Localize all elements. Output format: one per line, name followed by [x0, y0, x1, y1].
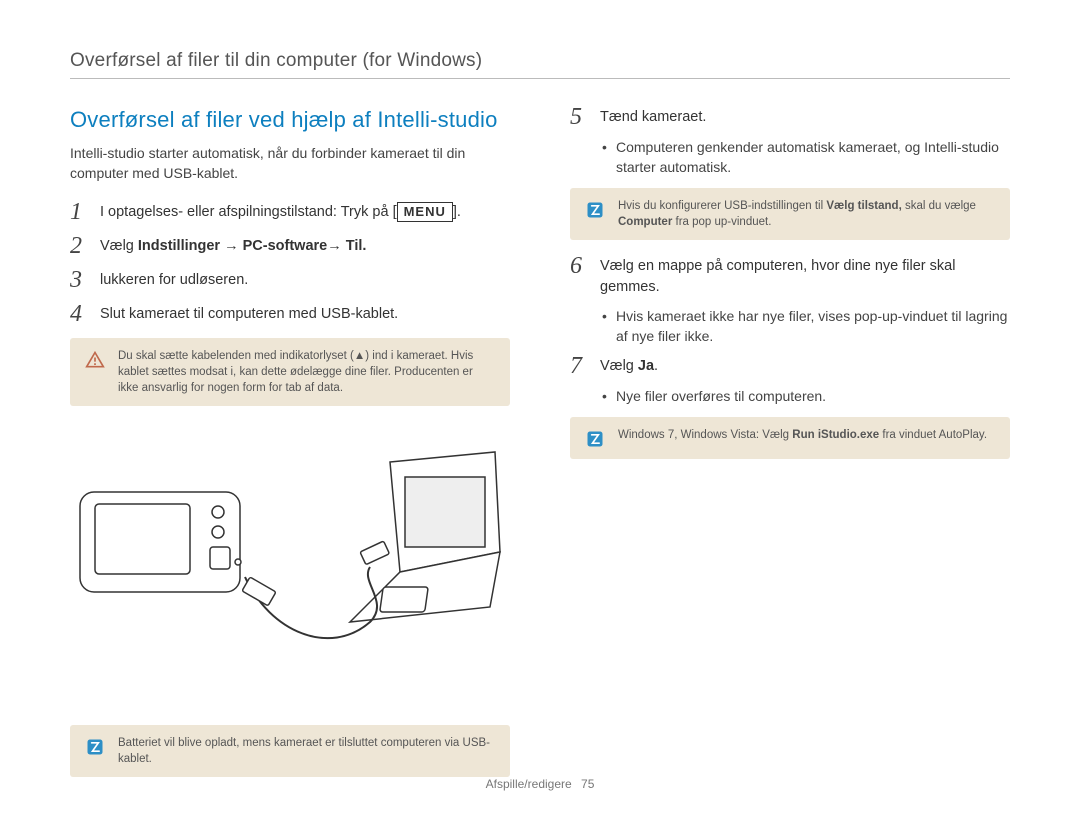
step-number: 4 [70, 302, 88, 326]
s7p: Vælg [600, 358, 638, 374]
n5d: fra pop up-vinduet. [672, 216, 771, 228]
s7s: . [654, 358, 658, 374]
info-note-icon [584, 427, 606, 449]
step-number: 2 [70, 234, 88, 258]
info-note-left: Batteriet vil blive opladt, mens kamerae… [70, 725, 510, 777]
step-5: 5 Tænd kameraet. [570, 107, 1010, 129]
step-7-bullets: Nye filer overføres til computeren. [570, 386, 1010, 406]
step-text: lukkeren for udløseren. [100, 270, 248, 291]
bullet-item: Computeren genkender automatisk kameraet… [602, 137, 1010, 178]
info-text-5: Hvis du konfigurerer USB-indstillingen t… [618, 198, 996, 230]
connection-illustration [70, 432, 510, 692]
page-number: 75 [581, 777, 594, 791]
n7a: Windows 7, Windows Vista: Vælg [618, 429, 792, 441]
n7b: Run iStudio.exe [792, 429, 879, 441]
breadcrumb: Overførsel af filer til din computer (fo… [70, 50, 1010, 72]
step-3: 3 lukkeren for udløseren. [70, 270, 510, 292]
info-note-7: Windows 7, Windows Vista: Vælg Run iStud… [570, 417, 1010, 459]
footer-section: Afspille/redigere [486, 777, 572, 791]
s7b: Ja [638, 358, 654, 374]
step2-bold: Indstillinger → PC-software→ Til. [138, 238, 367, 254]
step-number: 3 [70, 268, 88, 292]
bullet-item: Hvis kameraet ikke har nye filer, vises … [602, 306, 1010, 347]
menu-button-label: MENU [397, 202, 453, 223]
n5b1: Vælg tilstand, [826, 200, 901, 212]
step-6: 6 Vælg en mappe på computeren, hvor dine… [570, 256, 1010, 298]
divider [70, 78, 1010, 79]
page-footer: Afspille/redigere 75 [0, 777, 1080, 791]
step2-prefix: Vælg [100, 238, 138, 254]
bullet-item: Nye filer overføres til computeren. [602, 386, 1010, 406]
step-number: 5 [570, 105, 588, 129]
n5c: skal du vælge [902, 200, 976, 212]
step-text: I optagelses- eller afspilningstilstand:… [100, 202, 461, 223]
right-column: 5 Tænd kameraet. Computeren genkender au… [570, 107, 1010, 793]
step-6-bullets: Hvis kameraet ikke har nye filer, vises … [570, 306, 1010, 347]
warning-note: Du skal sætte kabelenden med indikatorly… [70, 338, 510, 406]
step-7: 7 Vælg Ja. [570, 356, 1010, 378]
step-5-bullets: Computeren genkender automatisk kameraet… [570, 137, 1010, 178]
info-note-5: Hvis du konfigurerer USB-indstillingen t… [570, 188, 1010, 240]
left-column: Overførsel af filer ved hjælp af Intelli… [70, 107, 510, 793]
step-text: Slut kameraet til computeren med USB-kab… [100, 304, 398, 325]
n7c: fra vinduet AutoPlay. [879, 429, 987, 441]
step1-prefix: I optagelses- eller afspilningstilstand:… [100, 204, 397, 220]
info-text-left: Batteriet vil blive opladt, mens kamerae… [118, 735, 496, 767]
warning-triangle-icon [84, 348, 106, 396]
step-4: 4 Slut kameraet til computeren med USB-k… [70, 304, 510, 326]
n5a: Hvis du konfigurerer USB-indstillingen t… [618, 200, 826, 212]
step1-suffix: ]. [453, 204, 461, 220]
step-number: 1 [70, 200, 88, 224]
section-title: Overførsel af filer ved hjælp af Intelli… [70, 107, 510, 133]
warning-text: Du skal sætte kabelenden med indikatorly… [118, 348, 496, 396]
info-note-icon [584, 198, 606, 230]
intro-text: Intelli-studio starter automatisk, når d… [70, 143, 510, 184]
step-text: Vælg en mappe på computeren, hvor dine n… [600, 256, 1010, 298]
step-2: 2 Vælg Indstillinger → PC-software→ Til. [70, 236, 510, 258]
step-number: 6 [570, 254, 588, 278]
info-note-icon [84, 735, 106, 767]
step-number: 7 [570, 354, 588, 378]
step-text: Vælg Ja. [600, 356, 658, 377]
step-1: 1 I optagelses- eller afspilningstilstan… [70, 202, 510, 224]
step-text: Vælg Indstillinger → PC-software→ Til. [100, 236, 366, 257]
info-text-7: Windows 7, Windows Vista: Vælg Run iStud… [618, 427, 987, 449]
step-text: Tænd kameraet. [600, 107, 706, 128]
warn-a: Du skal sætte kabelenden med indikatorly… [118, 350, 354, 362]
n5b2: Computer [618, 216, 672, 228]
